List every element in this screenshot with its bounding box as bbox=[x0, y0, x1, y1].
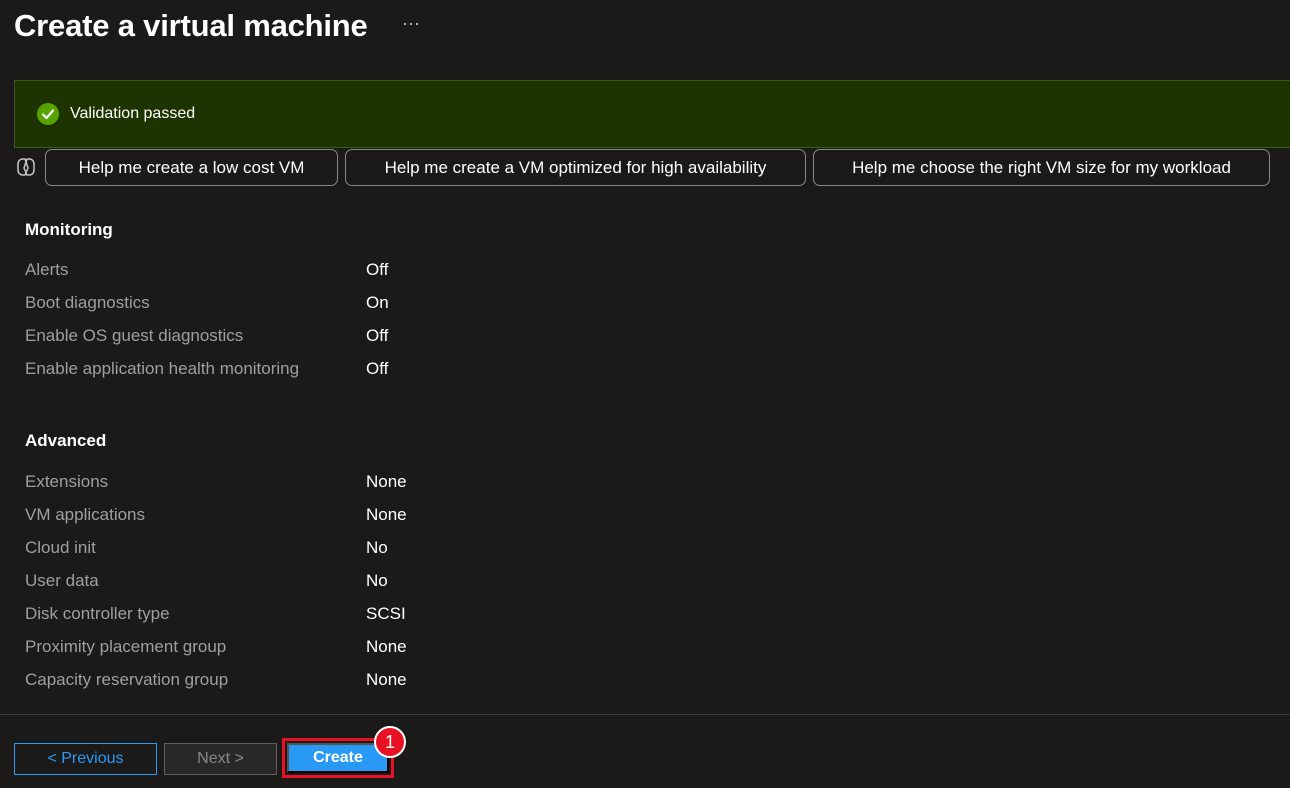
copilot-icon bbox=[17, 158, 35, 176]
page-title: Create a virtual machine bbox=[14, 8, 368, 43]
row-value: Off bbox=[366, 260, 389, 279]
prompt-high-availability-button[interactable]: Help me create a VM optimized for high a… bbox=[345, 149, 806, 186]
row-label: Boot diagnostics bbox=[25, 293, 150, 312]
create-vm-page: Create a virtual machine ··· Validation … bbox=[0, 0, 1290, 788]
row-value: No bbox=[366, 571, 388, 590]
next-button: Next > bbox=[164, 743, 277, 775]
row-value: No bbox=[366, 538, 388, 557]
prompt-vm-size-button[interactable]: Help me choose the right VM size for my … bbox=[813, 149, 1270, 186]
row-value: None bbox=[366, 637, 407, 656]
row-value: None bbox=[366, 505, 407, 524]
row-label: Extensions bbox=[25, 472, 109, 491]
validation-banner: Validation passed bbox=[14, 80, 1290, 148]
summary-row-vm-applications: VM applications None bbox=[25, 505, 725, 529]
previous-button[interactable]: < Previous bbox=[14, 743, 157, 775]
prompt-low-cost-vm-button[interactable]: Help me create a low cost VM bbox=[45, 149, 338, 186]
create-button[interactable]: Create bbox=[287, 743, 389, 773]
summary-row-os-guest-diagnostics: Enable OS guest diagnostics Off bbox=[25, 326, 725, 350]
step-number-badge: 1 bbox=[374, 726, 406, 758]
row-label: Enable OS guest diagnostics bbox=[25, 326, 244, 345]
row-label: VM applications bbox=[25, 505, 146, 524]
row-label: Capacity reservation group bbox=[25, 670, 229, 689]
monitoring-section-title: Monitoring bbox=[25, 220, 113, 239]
footer-divider bbox=[0, 714, 1290, 715]
summary-row-capacity-reservation-group: Capacity reservation group None bbox=[25, 670, 725, 694]
validation-message: Validation passed bbox=[70, 105, 196, 122]
summary-row-extensions: Extensions None bbox=[25, 472, 725, 496]
row-value: None bbox=[366, 472, 407, 491]
row-value: On bbox=[366, 293, 389, 312]
row-value: Off bbox=[366, 359, 389, 378]
summary-row-boot-diagnostics: Boot diagnostics On bbox=[25, 293, 725, 317]
row-value: Off bbox=[366, 326, 389, 345]
row-label: Cloud init bbox=[25, 538, 96, 557]
summary-row-user-data: User data No bbox=[25, 571, 725, 595]
row-label: Disk controller type bbox=[25, 604, 170, 623]
row-label: Enable application health monitoring bbox=[25, 359, 300, 378]
check-circle-icon bbox=[37, 103, 59, 125]
row-value: SCSI bbox=[366, 604, 406, 623]
row-label: Proximity placement group bbox=[25, 637, 227, 656]
row-value: None bbox=[366, 670, 407, 689]
summary-row-disk-controller-type: Disk controller type SCSI bbox=[25, 604, 725, 628]
row-label: User data bbox=[25, 571, 99, 590]
summary-row-app-health-monitoring: Enable application health monitoring Off bbox=[25, 359, 725, 383]
advanced-section-title: Advanced bbox=[25, 431, 107, 450]
summary-row-alerts: Alerts Off bbox=[25, 260, 725, 284]
summary-row-cloud-init: Cloud init No bbox=[25, 538, 725, 562]
summary-row-proximity-placement-group: Proximity placement group None bbox=[25, 637, 725, 661]
row-label: Alerts bbox=[25, 260, 69, 279]
page-header: Create a virtual machine bbox=[14, 4, 368, 48]
more-options-button[interactable]: ··· bbox=[396, 8, 426, 38]
